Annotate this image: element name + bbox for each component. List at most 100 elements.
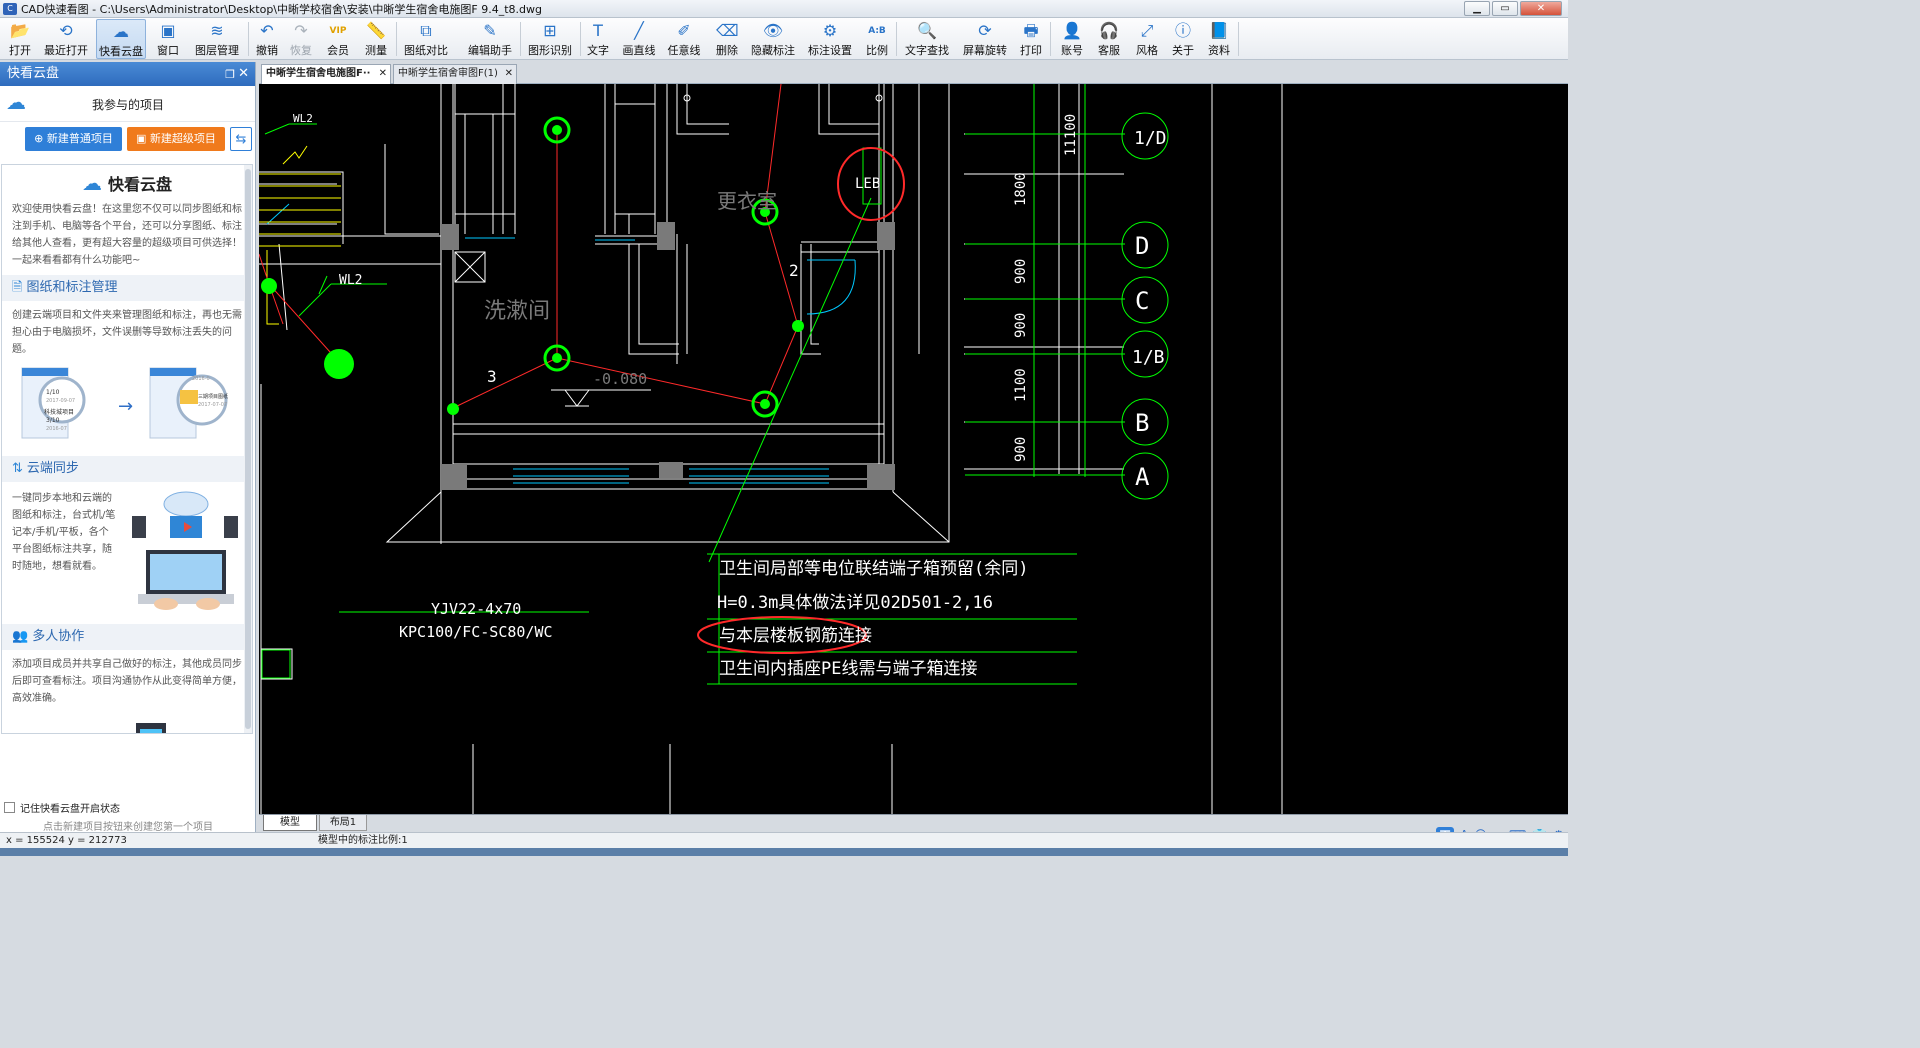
tab-model[interactable]: 模型	[263, 815, 317, 831]
sync-icon: ⇆	[235, 132, 247, 147]
toolbar-button-label: 画直线	[622, 44, 656, 57]
toolbar-button-layers[interactable]: ≋ 图层管理	[190, 19, 244, 59]
redo-icon: ↷	[294, 21, 308, 40]
toolbar-button-label: 隐藏标注	[751, 44, 795, 57]
sync-block: 一键同步本地和云端的图纸和标注，台式机/笔记本/手机/平板，各个平台图纸标注共享…	[2, 482, 252, 618]
toolbar-button-label: 窗口	[157, 44, 179, 57]
panel-close-icon[interactable]: ✕	[238, 62, 249, 86]
windows-taskbar	[0, 848, 1568, 856]
cable-label: YJV22-4x70	[431, 600, 521, 618]
note-text: H=0.3m具体做法详见02D501-2,16	[717, 593, 993, 613]
toolbar-button-vip[interactable]: VIP 会员	[322, 19, 354, 59]
maximize-button[interactable]: ▭	[1492, 1, 1518, 16]
text-icon: T	[593, 21, 603, 40]
edit-assistant-icon: ✎	[483, 21, 497, 40]
welcome-text: 欢迎使用快看云盘！在这里您不仅可以同步图纸和标注到手机、电脑等各个平台，还可以分…	[12, 204, 242, 266]
line-icon: ╱	[634, 21, 644, 40]
pin-icon[interactable]: ❐	[225, 63, 235, 87]
toolbar-button-label: 恢复	[290, 44, 312, 57]
toolbar-button-label: 图形识别	[528, 44, 572, 57]
toolbar-button-eraser[interactable]: ⌫ 删除	[712, 19, 742, 59]
intro-scrollbar[interactable]	[244, 165, 252, 733]
toolbar-button-redo[interactable]: ↷ 恢复	[286, 19, 316, 59]
toolbar-button-label: 打印	[1020, 44, 1042, 57]
toolbar-button-book[interactable]: 📘 资料	[1204, 19, 1234, 59]
toolbar-button-style[interactable]: ⤢ 风格	[1132, 19, 1162, 59]
toolbar-button-label: 打开	[9, 44, 31, 57]
toolbar-button-eye-hide[interactable]: 👁 隐藏标注	[748, 19, 798, 59]
sync-cloud-icon: ⇅	[12, 461, 23, 476]
section-text: 一键同步本地和云端的图纸和标注，台式机/笔记本/手机/平板，各个平台图纸标注共享…	[12, 493, 116, 572]
toolbar-button-label: 风格	[1136, 44, 1158, 57]
toolbar-separator	[1238, 22, 1239, 56]
toolbar-button-compare[interactable]: ⧉ 图纸对比	[402, 19, 450, 59]
toolbar-button-folder-open[interactable]: 📂 打开	[4, 19, 36, 59]
tab-drawing-2[interactable]: 中晰学生宿舍审图F(1) ✕	[393, 64, 517, 84]
toolbar-button-label: 文字	[587, 44, 609, 57]
people-icon: 👥	[12, 629, 29, 644]
toolbar-button-undo[interactable]: ↶ 撤销	[252, 19, 282, 59]
my-projects-title: 我参与的项目	[91, 98, 164, 112]
toolbar-button-rotate-screen[interactable]: ⟳ 屏幕旋转	[958, 19, 1012, 59]
level-label: -0.080	[593, 370, 647, 388]
compare-icon: ⧉	[420, 21, 432, 40]
toolbar-separator	[896, 22, 897, 56]
axis-label: B	[1135, 409, 1149, 437]
toolbar-button-shape-recognize[interactable]: ⊞ 图形识别	[524, 19, 576, 59]
tab-layout1[interactable]: 布局1	[319, 815, 367, 831]
toolbar-button-freehand[interactable]: ✐ 任意线	[664, 19, 704, 59]
toolbar-button-label: 图纸对比	[404, 44, 448, 57]
cursor-coordinates: x = 155524 y = 212773	[6, 835, 127, 846]
note-text: 卫生间局部等电位联结端子箱预留(余同)	[719, 559, 1028, 579]
devices	[261, 116, 804, 418]
tab-close-icon[interactable]: ✕	[379, 65, 387, 83]
scrollbar-thumb[interactable]	[245, 169, 251, 729]
toolbar-button-label: 任意线	[667, 44, 701, 57]
minimize-button[interactable]: ▁	[1464, 1, 1490, 16]
new-normal-project-button[interactable]: ⊕ 新建普通项目	[25, 127, 122, 151]
close-button[interactable]: ✕	[1520, 1, 1562, 16]
cloud-panel: 快看云盘 ❐ ✕ ☁ 我参与的项目 ⊕ 新建普通项目 ▣ 新建超级项目 ⇆ ☁ 快…	[0, 62, 256, 833]
cloud-panel-title: 快看云盘	[7, 66, 60, 81]
remember-state-row[interactable]: 记住快看云盘开启状态	[4, 800, 120, 815]
status-bar: x = 155524 y = 212773 模型中的标注比例:1	[0, 832, 1568, 848]
section-title: 多人协作	[32, 629, 85, 644]
my-projects-header: ☁ 我参与的项目	[0, 86, 255, 122]
remember-checkbox[interactable]	[4, 802, 15, 813]
toolbar-button-label: 编辑助手	[468, 44, 512, 57]
section-title: 云端同步	[26, 461, 79, 476]
shape-recognize-icon: ⊞	[543, 21, 557, 40]
illus-text: 3/10	[46, 417, 60, 424]
main-toolbar: 📂 打开 ⟲ 最近打开 ☁ 快看云盘 ▣ 窗口 ≋ 图层管理 ↶ 撤销 ↷ 恢复 VIP 会员 📏 测量 ⧉ 图纸对比…	[0, 18, 1568, 60]
layers-icon: ≋	[210, 21, 224, 40]
sync-button[interactable]: ⇆	[230, 127, 252, 151]
toolbar-button-text-search[interactable]: 🔍 文字查找	[904, 19, 950, 59]
toolbar-button-annotation-settings[interactable]: ⚙ 标注设置	[804, 19, 856, 59]
annotation-scale: 模型中的标注比例:1	[318, 835, 408, 846]
toolbar-button-printer[interactable]: 🖶 打印	[1016, 19, 1046, 59]
document-tabs: 中晰学生宿舍电施图F·· ✕ 中晰学生宿舍审图F(1) ✕	[259, 62, 1568, 84]
toolbar-button-line[interactable]: ╱ 画直线	[620, 19, 658, 59]
tab-drawing-1[interactable]: 中晰学生宿舍电施图F·· ✕	[261, 64, 391, 84]
intro-scroll-area[interactable]: ☁ 快看云盘 欢迎使用快看云盘！在这里您不仅可以同步图纸和标注到手机、电脑等各个平…	[1, 164, 253, 734]
cloud-logo-icon: ☁	[81, 171, 102, 195]
new-super-project-button[interactable]: ▣ 新建超级项目	[127, 127, 225, 151]
toolbar-button-user[interactable]: 👤 账号	[1058, 19, 1086, 59]
tab-close-icon[interactable]: ✕	[505, 65, 513, 83]
toolbar-button-cloud[interactable]: ☁ 快看云盘	[96, 19, 146, 59]
leb-label: LEB	[855, 176, 880, 192]
cloud-logo: ☁ 快看云盘	[2, 165, 252, 201]
toolbar-button-scale[interactable]: A:B 比例	[862, 19, 892, 59]
toolbar-button-headset[interactable]: 🎧 客服	[1094, 19, 1124, 59]
toolbar-button-history[interactable]: ⟲ 最近打开	[40, 19, 92, 59]
dimension-label: 1100	[1013, 368, 1029, 402]
cad-canvas[interactable]: 洗漱间 更衣室 WL2 WL2 3 2 -0.080 LEB YJV22-4x7…	[259, 84, 1568, 814]
toolbar-button-text[interactable]: T 文字	[582, 19, 614, 59]
toolbar-button-edit-assistant[interactable]: ✎ 编辑助手	[464, 19, 516, 59]
toolbar-button-window[interactable]: ▣ 窗口	[152, 19, 184, 59]
headset-icon: 🎧	[1099, 21, 1119, 40]
toolbar-separator	[580, 22, 581, 56]
toolbar-button-ruler[interactable]: 📏 测量	[360, 19, 392, 59]
circuit-label: WL2	[293, 112, 313, 125]
toolbar-button-info[interactable]: ⓘ 关于	[1168, 19, 1198, 59]
